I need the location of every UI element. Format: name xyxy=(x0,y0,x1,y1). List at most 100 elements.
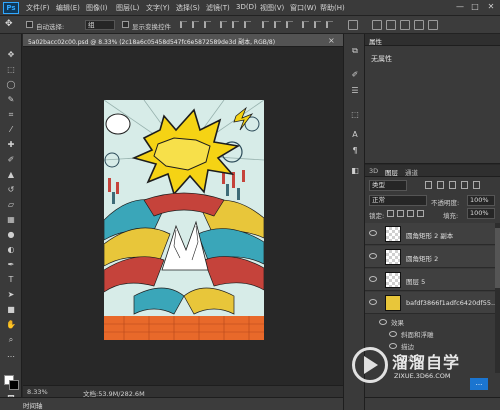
menu-view[interactable]: 视图(V) xyxy=(260,3,284,13)
filter-smart-object-icon[interactable] xyxy=(473,181,480,189)
3d-slide-icon[interactable] xyxy=(414,20,424,30)
quick-select-tool-icon[interactable]: ✎ xyxy=(5,95,17,105)
distribute-bottom-icon[interactable] xyxy=(286,21,293,28)
lock-position-icon[interactable] xyxy=(407,210,414,217)
auto-select-checkbox[interactable] xyxy=(26,21,33,28)
layers-scrollbar[interactable] xyxy=(495,223,500,373)
layer-row[interactable]: 圆角矩形 2 xyxy=(365,246,495,268)
zoom-level[interactable]: 8.33% xyxy=(27,388,48,396)
marquee-tool-icon[interactable]: ⬚ xyxy=(5,65,17,75)
3d-scale-icon[interactable] xyxy=(428,20,438,30)
document-canvas-artwork[interactable] xyxy=(104,100,264,340)
effect-bevel-emboss[interactable]: 斜面和浮雕 xyxy=(401,329,434,339)
layer-row[interactable]: 图层 5 xyxy=(365,269,495,291)
shape-tool-icon[interactable]: ■ xyxy=(5,305,17,315)
clone-source-icon[interactable]: ⬚ xyxy=(349,110,361,120)
brush-presets-icon[interactable]: ✐ xyxy=(349,70,361,80)
hand-tool-icon[interactable]: ✋ xyxy=(5,320,17,330)
move-tool-icon[interactable]: ✥ xyxy=(5,50,17,60)
blend-mode-dropdown[interactable]: 正常 xyxy=(369,195,427,206)
distribute-top-icon[interactable] xyxy=(262,21,269,28)
clone-stamp-tool-icon[interactable]: ▲ xyxy=(5,170,17,180)
lock-all-icon[interactable] xyxy=(417,210,424,217)
align-vcenter-icon[interactable] xyxy=(192,21,199,28)
layer-filter-dropdown[interactable]: 类型 xyxy=(369,180,407,191)
character-icon[interactable]: A xyxy=(349,130,361,140)
visibility-eye-icon[interactable] xyxy=(369,276,377,282)
zoom-tool-icon[interactable]: ⌕ xyxy=(5,335,17,345)
tab-3d[interactable]: 3D xyxy=(369,167,378,175)
lasso-tool-icon[interactable]: ◯ xyxy=(5,80,17,90)
crop-tool-icon[interactable]: ⌗ xyxy=(5,110,17,120)
filter-shape-icon[interactable] xyxy=(461,181,468,189)
visibility-eye-icon[interactable] xyxy=(369,299,377,305)
3d-orbit-icon[interactable] xyxy=(386,20,396,30)
menu-image[interactable]: 图像(I) xyxy=(86,3,108,13)
align-left-icon[interactable] xyxy=(220,21,227,28)
menu-window[interactable]: 窗口(W) xyxy=(290,3,316,13)
distribute-left-icon[interactable] xyxy=(302,21,309,28)
move-tool-icon[interactable]: ✥ xyxy=(5,19,15,29)
layer-row[interactable]: 圆角矩形 2 副本 xyxy=(365,223,495,245)
align-right-icon[interactable] xyxy=(244,21,251,28)
eyedropper-tool-icon[interactable]: ⁄ xyxy=(5,125,17,135)
layers-scroll-thumb[interactable] xyxy=(495,228,500,288)
effects-eye-icon[interactable] xyxy=(379,319,387,325)
tab-properties[interactable]: 属性 xyxy=(369,36,382,46)
gradient-tool-icon[interactable]: ▦ xyxy=(5,215,17,225)
pen-tool-icon[interactable]: ✒ xyxy=(5,260,17,270)
menu-type[interactable]: 文字(Y) xyxy=(146,3,170,13)
distribute-vcenter-icon[interactable] xyxy=(274,21,281,28)
auto-select-dropdown[interactable]: 组 xyxy=(85,20,115,30)
eraser-tool-icon[interactable]: ▱ xyxy=(5,200,17,210)
menu-file[interactable]: 文件(F) xyxy=(26,3,50,13)
filter-type-icon[interactable] xyxy=(449,181,456,189)
lock-pixels-icon[interactable] xyxy=(397,210,404,217)
tab-layers[interactable]: 图层 xyxy=(385,167,398,177)
more-tools-icon[interactable]: … xyxy=(5,350,17,360)
align-top-icon[interactable] xyxy=(180,21,187,28)
filter-adjustment-icon[interactable] xyxy=(437,181,444,189)
menu-layer[interactable]: 图层(L) xyxy=(116,3,139,13)
path-select-tool-icon[interactable]: ➤ xyxy=(5,290,17,300)
lock-transparent-icon[interactable] xyxy=(387,210,394,217)
menu-filter[interactable]: 滤镜(T) xyxy=(206,3,230,13)
align-hcenter-icon[interactable] xyxy=(232,21,239,28)
menu-edit[interactable]: 编辑(E) xyxy=(56,3,80,13)
history-icon[interactable]: ⧉ xyxy=(349,46,361,56)
distribute-hcenter-icon[interactable] xyxy=(314,21,321,28)
background-color-swatch[interactable] xyxy=(9,380,19,390)
menu-help[interactable]: 帮助(H) xyxy=(320,3,345,13)
paragraph-icon[interactable]: ¶ xyxy=(349,146,361,156)
more-button[interactable]: ... xyxy=(470,378,488,390)
close-icon[interactable]: × xyxy=(328,36,335,45)
minimize-button[interactable]: — xyxy=(455,2,465,12)
opacity-input[interactable]: 100% xyxy=(467,195,495,206)
restore-button[interactable]: □ xyxy=(470,2,480,12)
align-bottom-icon[interactable] xyxy=(204,21,211,28)
menu-3d[interactable]: 3D(D) xyxy=(236,3,257,11)
brush-tool-icon[interactable]: ✐ xyxy=(5,155,17,165)
3d-pan-icon[interactable] xyxy=(400,20,410,30)
history-brush-tool-icon[interactable]: ↺ xyxy=(5,185,17,195)
type-tool-icon[interactable]: T xyxy=(5,275,17,285)
blur-tool-icon[interactable]: ● xyxy=(5,230,17,240)
close-window-button[interactable]: ✕ xyxy=(486,2,496,12)
filter-pixel-icon[interactable] xyxy=(425,181,432,189)
healing-brush-tool-icon[interactable]: ✚ xyxy=(5,140,17,150)
auto-align-icon[interactable] xyxy=(348,20,358,30)
show-transform-checkbox[interactable] xyxy=(122,21,129,28)
brush-settings-icon[interactable]: ☰ xyxy=(349,86,361,96)
visibility-eye-icon[interactable] xyxy=(369,230,377,236)
fill-input[interactable]: 100% xyxy=(467,208,495,219)
tab-timeline[interactable]: 时间轴 xyxy=(23,400,43,410)
menu-select[interactable]: 选择(S) xyxy=(176,3,200,13)
distribute-right-icon[interactable] xyxy=(326,21,333,28)
tab-channels[interactable]: 通道 xyxy=(405,167,418,177)
effect-eye-icon[interactable] xyxy=(389,331,397,337)
dodge-tool-icon[interactable]: ◐ xyxy=(5,245,17,255)
3d-mode-icon[interactable] xyxy=(372,20,382,30)
document-tab[interactable]: 5a02bacc02c00.psd @ 8.33% (2c18a6c05458d… xyxy=(23,34,343,47)
layer-row[interactable]: bafdf3866f1adfc6420df55... xyxy=(365,292,497,314)
visibility-eye-icon[interactable] xyxy=(369,253,377,259)
